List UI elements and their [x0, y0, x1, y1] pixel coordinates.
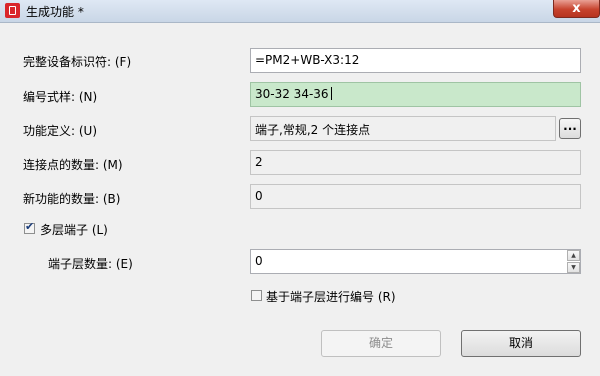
title-bar[interactable]: 生成功能 * x: [0, 0, 600, 23]
connection-count-value: 2: [255, 155, 263, 169]
ok-button[interactable]: 确定: [321, 330, 441, 357]
dialog-window: 生成功能 * x 完整设备标识符: (F) =PM2+WB-X3:12 编号式样…: [0, 0, 600, 376]
spin-up-icon[interactable]: ▲: [567, 250, 580, 261]
layer-count-spinner[interactable]: 0 ▲ ▼: [250, 249, 581, 274]
layer-count-label: 端子层数量: (E): [48, 257, 133, 271]
numbering-pattern-value: 30-32 34-36: [255, 87, 329, 101]
connection-count-field: 2: [250, 150, 581, 175]
number-by-layer-label[interactable]: 基于端子层进行编号 (R): [266, 288, 396, 305]
function-definition-value: 端子,常规,2 个连接点: [255, 123, 371, 137]
spin-down-icon[interactable]: ▼: [567, 262, 580, 273]
multilayer-checkbox[interactable]: ✔: [24, 220, 35, 234]
browse-button[interactable]: ...: [559, 118, 581, 139]
numbering-pattern-input[interactable]: 30-32 34-36: [250, 82, 581, 107]
device-id-input[interactable]: =PM2+WB-X3:12: [250, 48, 581, 73]
numbering-pattern-label: 编号式样: (N): [23, 90, 98, 104]
new-function-count-value: 0: [255, 189, 263, 203]
device-id-value: =PM2+WB-X3:12: [255, 53, 360, 67]
multilayer-label[interactable]: 多层端子 (L): [40, 221, 108, 238]
device-id-label: 完整设备标识符: (F): [23, 55, 132, 69]
close-button[interactable]: x: [553, 0, 600, 18]
window-title: 生成功能 *: [26, 5, 84, 19]
text-caret: [330, 87, 332, 100]
new-function-count-label: 新功能的数量: (B): [23, 192, 121, 206]
cancel-button[interactable]: 取消: [461, 330, 581, 357]
function-definition-label: 功能定义: (U): [23, 124, 98, 138]
function-definition-field: 端子,常规,2 个连接点: [250, 116, 556, 141]
app-icon: [5, 3, 20, 18]
layer-count-value: 0: [255, 254, 263, 268]
connection-count-label: 连接点的数量: (M): [23, 158, 123, 172]
number-by-layer-checkbox[interactable]: [251, 290, 262, 301]
checkmark-icon: ✔: [25, 220, 35, 233]
new-function-count-field: 0: [250, 184, 581, 209]
